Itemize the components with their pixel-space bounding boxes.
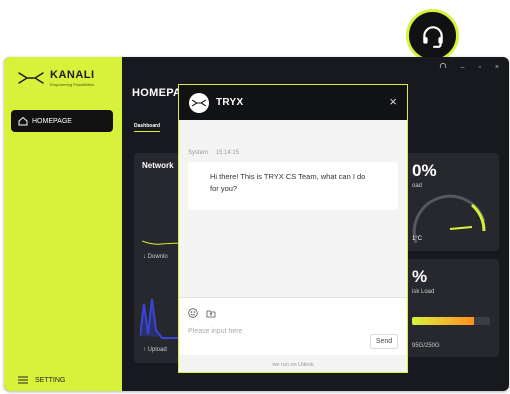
kanali-logo-icon — [18, 72, 44, 84]
temperature-gauge — [412, 194, 486, 244]
brand-name: KANALI — [50, 69, 95, 81]
disk-usage-fill — [412, 317, 475, 325]
chat-title: TRYX — [216, 97, 244, 108]
network-title: Network — [142, 161, 174, 170]
chat-dialog: TRYX × System 15:14:15 Hi there! This is… — [178, 84, 408, 373]
powered-by-text: we run on Udesk — [272, 362, 314, 368]
tryx-logo-icon — [189, 92, 209, 113]
sidebar: KANALI Empowering Possibilities HOMEPAGE… — [4, 57, 122, 391]
cpu-load-value: 0% — [412, 161, 437, 180]
input-toolbar — [188, 308, 216, 318]
message-input[interactable]: Please input here — [188, 328, 242, 335]
brand-logo: KANALI Empowering Possibilities — [18, 69, 95, 87]
minimize-icon[interactable]: – — [461, 64, 465, 71]
message-time: 15:14:15 — [215, 150, 240, 156]
sidebar-item-label: HOMEPAGE — [32, 117, 72, 125]
tab-dashboard[interactable]: Dashboard — [134, 123, 161, 132]
cpu-temp-value: 1°C — [412, 236, 423, 242]
close-icon[interactable]: × — [389, 95, 397, 108]
headset-small-icon[interactable] — [439, 62, 447, 72]
sidebar-item-setting[interactable]: SETTING — [18, 376, 65, 384]
message-bubble: Hi there! This is TRYX CS Team, what can… — [188, 162, 398, 210]
disk-load-value: % — [412, 267, 428, 286]
cpu-load-label: oad — [412, 183, 423, 189]
disk-usage-text: 95G/250G — [412, 343, 440, 349]
disk-usage-bar — [412, 317, 490, 325]
disk-load-label: isk Load — [412, 289, 435, 295]
close-window-icon[interactable]: × — [495, 64, 499, 71]
home-icon — [18, 116, 28, 126]
disk-card: % isk Load 95G/250G — [404, 259, 499, 357]
download-label: ↓ Downlo — [143, 254, 168, 260]
sidebar-item-label: SETTING — [35, 376, 66, 384]
message-meta: System 15:14:15 — [188, 150, 239, 156]
chat-input-area: Please input here Send — [179, 297, 407, 355]
sidebar-item-homepage[interactable]: HOMEPAGE — [11, 110, 113, 132]
message-sender: System — [188, 150, 209, 156]
menu-icon — [18, 376, 28, 384]
headset-icon — [422, 25, 443, 48]
brand-tagline: Empowering Possibilities — [50, 82, 95, 87]
send-button[interactable]: Send — [370, 334, 398, 349]
emoji-icon[interactable] — [188, 308, 198, 318]
maximize-icon[interactable]: ▫ — [478, 64, 480, 71]
customer-service-button[interactable] — [406, 9, 459, 62]
cpu-card: 0% oad 1°C — [404, 153, 499, 251]
chat-header: TRYX × — [179, 85, 407, 120]
window-controls: – ▫ × — [439, 62, 499, 72]
upload-label: ↑ Upload — [143, 347, 167, 353]
upload-file-icon[interactable] — [206, 308, 216, 318]
